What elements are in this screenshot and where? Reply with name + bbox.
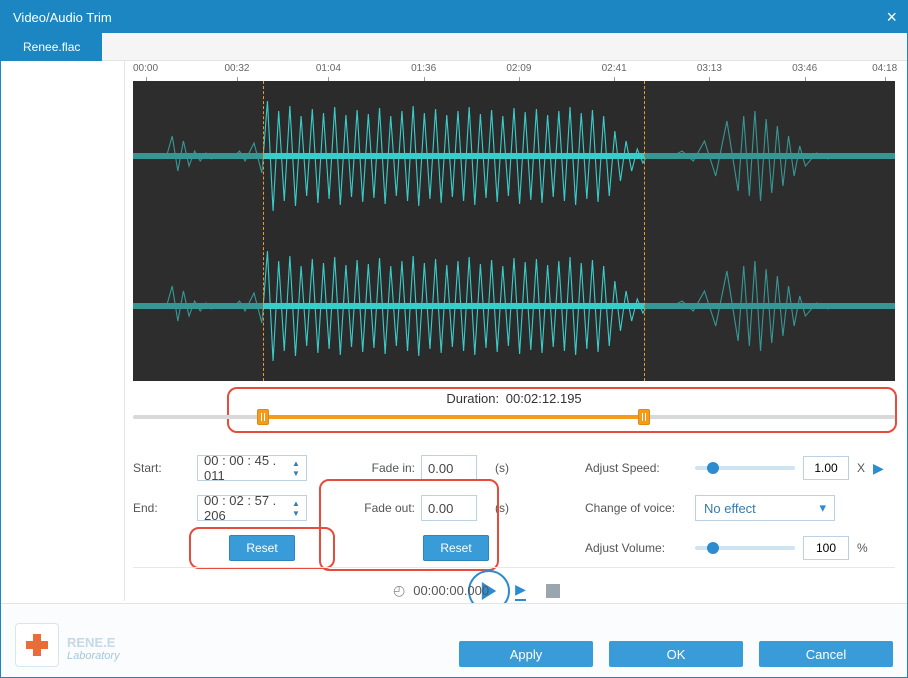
seek-start-icon[interactable]: ▶ <box>515 581 526 601</box>
duration-slider-area: Duration: 00:02:12.195 <box>133 387 895 439</box>
title-bar: Video/Audio Trim × <box>1 1 907 33</box>
ruler-tick: 00:00 <box>133 63 158 74</box>
stop-button[interactable] <box>546 584 560 598</box>
clock-icon: ◴ <box>393 582 405 599</box>
voice-dropdown[interactable]: No effect ▾ <box>695 495 835 521</box>
volume-suffix: % <box>857 541 868 555</box>
start-time-input[interactable]: 00 : 00 : 45 . 011 ▲▼ <box>197 455 307 481</box>
speed-slider-knob[interactable] <box>707 462 719 474</box>
waveform-display[interactable] <box>133 81 895 381</box>
highlight-box <box>189 527 335 569</box>
volume-value-input[interactable]: 100 <box>803 536 849 560</box>
fade-out-unit: (s) <box>491 501 551 515</box>
ruler-tick: 02:09 <box>506 63 531 74</box>
window-title: Video/Audio Trim <box>13 10 112 25</box>
fade-in-unit: (s) <box>491 461 551 475</box>
play-preview-icon[interactable]: ▶ <box>873 460 884 477</box>
logo-text: RENE.E <box>67 635 115 650</box>
time-ruler: 00:00 00:32 01:04 01:36 02:09 02:41 03:1… <box>133 63 895 81</box>
waveform-unselected <box>644 81 895 381</box>
ruler-tick: 01:04 <box>316 63 341 74</box>
close-icon[interactable]: × <box>886 7 897 28</box>
volume-slider[interactable] <box>695 546 795 550</box>
end-spinner[interactable]: ▲▼ <box>288 498 304 518</box>
voice-label: Change of voice: <box>585 501 695 515</box>
ruler-tick: 03:46 <box>792 63 817 74</box>
highlight-box <box>319 479 499 571</box>
speed-label: Adjust Speed: <box>585 461 695 475</box>
volume-slider-knob[interactable] <box>707 542 719 554</box>
voice-value: No effect <box>704 501 756 516</box>
ruler-tick: 02:41 <box>602 63 627 74</box>
logo-subtext: Laboratory <box>67 651 120 662</box>
start-spinner[interactable]: ▲▼ <box>288 458 304 478</box>
ok-button[interactable]: OK <box>609 641 743 667</box>
trim-slider-selection <box>263 415 644 419</box>
speed-value-input[interactable]: 1.00 <box>803 456 849 480</box>
chevron-up-icon: ▲ <box>288 458 304 468</box>
tab-file[interactable]: Renee.flac <box>1 33 102 61</box>
controls-grid: Start: 00 : 00 : 45 . 011 ▲▼ Fade in: 0.… <box>133 455 895 561</box>
duration-label: Duration: 00:02:12.195 <box>446 391 581 406</box>
ruler-tick: 03:13 <box>697 63 722 74</box>
tab-strip: Renee.flac <box>1 33 907 61</box>
fade-in-label: Fade in: <box>361 461 421 475</box>
ruler-tick: 01:36 <box>411 63 436 74</box>
selection-start-line[interactable] <box>263 81 264 381</box>
fade-in-input[interactable]: 0.00 <box>421 455 477 481</box>
chevron-down-icon: ▾ <box>819 500 826 516</box>
trim-handle-start[interactable] <box>257 409 269 425</box>
chevron-down-icon: ▼ <box>288 468 304 478</box>
end-label: End: <box>133 501 197 515</box>
volume-label: Adjust Volume: <box>585 541 695 555</box>
chevron-down-icon: ▼ <box>288 508 304 518</box>
apply-button[interactable]: Apply <box>459 641 593 667</box>
ruler-tick: 04:18 <box>872 63 897 74</box>
sidebar <box>1 61 125 601</box>
logo: RENE.E Laboratory <box>15 623 120 667</box>
speed-slider[interactable] <box>695 466 795 470</box>
cancel-button[interactable]: Cancel <box>759 641 893 667</box>
end-time-input[interactable]: 00 : 02 : 57 . 206 ▲▼ <box>197 495 307 521</box>
chevron-up-icon: ▲ <box>288 498 304 508</box>
waveform-unselected <box>133 81 263 381</box>
start-label: Start: <box>133 461 197 475</box>
speed-suffix: X <box>857 461 865 475</box>
playback-time: 00:00:00.000 <box>413 583 489 598</box>
bottom-bar: RENE.E Laboratory Apply OK Cancel <box>1 603 907 677</box>
logo-icon <box>24 632 50 658</box>
trim-handle-end[interactable] <box>638 409 650 425</box>
selection-end-line[interactable] <box>644 81 645 381</box>
ruler-tick: 00:32 <box>224 63 249 74</box>
duration-value: 00:02:12.195 <box>506 391 582 406</box>
